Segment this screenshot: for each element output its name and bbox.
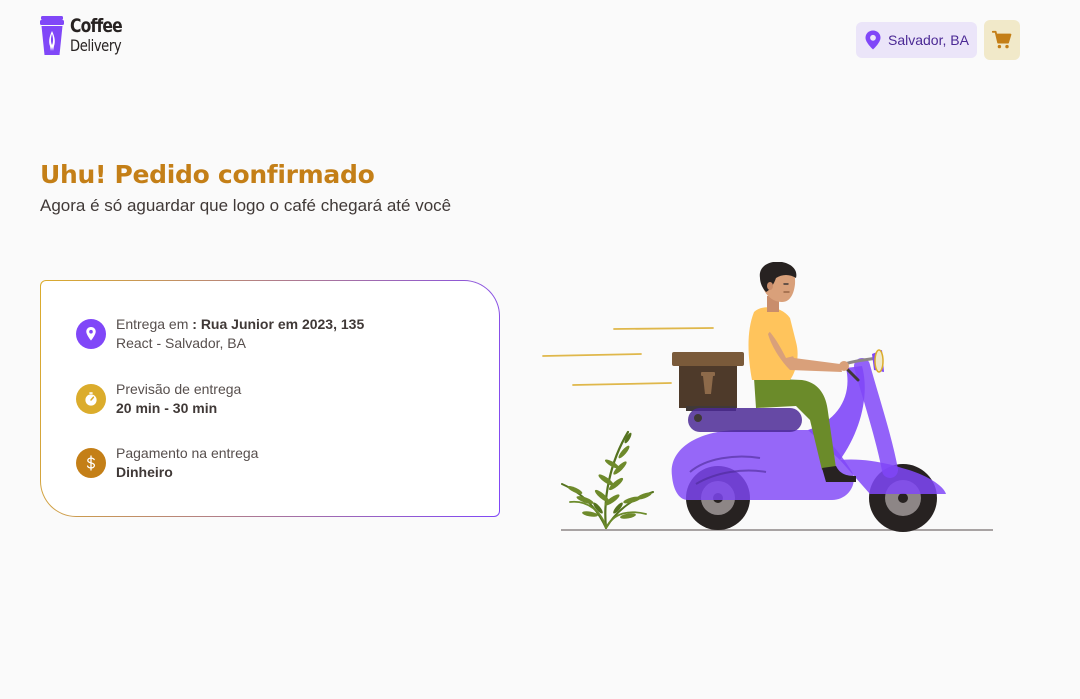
logo-subtitle: Delivery bbox=[70, 36, 122, 55]
timer-icon bbox=[76, 384, 106, 414]
coffee-cup-logo-icon bbox=[40, 16, 64, 55]
shopping-cart-icon bbox=[992, 30, 1012, 49]
order-info-card: Entrega em : Rua Junior em 2023, 135 Rea… bbox=[40, 280, 500, 517]
delivery-address-row: Entrega em : Rua Junior em 2023, 135 Rea… bbox=[76, 315, 364, 353]
page: Coffee Delivery Salvador, BA Uhu! Pedido… bbox=[0, 0, 1080, 699]
estimate-label: Previsão de entrega bbox=[116, 381, 242, 397]
location-text: Salvador, BA bbox=[888, 32, 969, 48]
logo[interactable]: Coffee Delivery bbox=[40, 16, 133, 56]
cart-button[interactable] bbox=[984, 20, 1020, 60]
delivery-estimate-row: Previsão de entrega 20 min - 30 min bbox=[76, 380, 241, 418]
page-title: Uhu! Pedido confirmado bbox=[40, 160, 375, 189]
header: Coffee Delivery Salvador, BA bbox=[40, 16, 1020, 60]
delivery-illustration bbox=[542, 262, 993, 532]
location-badge[interactable]: Salvador, BA bbox=[856, 22, 977, 58]
payment-label: Pagamento na entrega bbox=[116, 445, 259, 461]
page-subtitle: Agora é só aguardar que logo o café cheg… bbox=[40, 196, 452, 215]
delivery-line: Entrega em : Rua Junior em 2023, 135 bbox=[116, 315, 364, 334]
delivery-label: Entrega em bbox=[116, 316, 193, 332]
delivery-box bbox=[672, 352, 744, 411]
payment-value: Dinheiro bbox=[116, 464, 173, 480]
map-pin-icon bbox=[865, 30, 881, 50]
delivery-address: : Rua Junior em 2023, 135 bbox=[192, 316, 365, 332]
plant-icon bbox=[561, 430, 654, 530]
payment-method-row: Pagamento na entrega Dinheiro bbox=[76, 444, 258, 482]
logo-title: Coffee bbox=[70, 15, 123, 37]
estimate-value: 20 min - 30 min bbox=[116, 400, 218, 416]
delivery-city: React - Salvador, BA bbox=[116, 335, 246, 351]
delivery-pin-icon bbox=[76, 319, 106, 349]
dollar-icon bbox=[76, 448, 106, 478]
